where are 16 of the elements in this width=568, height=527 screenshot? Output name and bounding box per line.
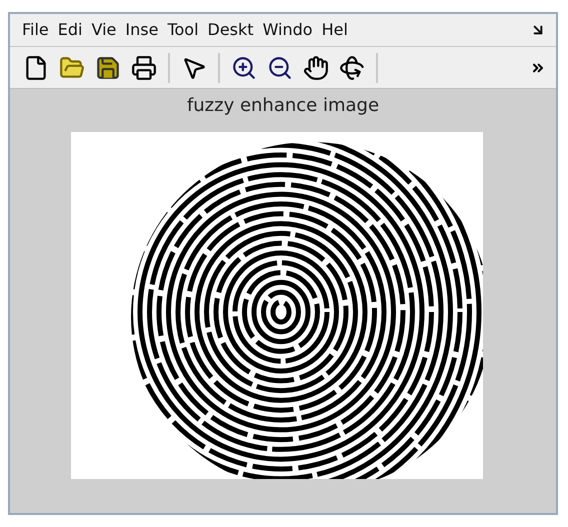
hand-icon: [303, 54, 329, 80]
menu-item[interactable]: File: [22, 18, 49, 42]
menu-item[interactable]: Tool: [167, 18, 199, 42]
menu-item[interactable]: Hel: [322, 18, 348, 42]
zoom-in-icon: [231, 54, 257, 80]
menu-item[interactable]: Edi: [58, 18, 82, 42]
print-icon: [131, 54, 157, 80]
rotate-icon: [339, 54, 365, 80]
zoom-out-icon: [267, 54, 293, 80]
open-folder-icon: [59, 54, 85, 80]
save-icon: [95, 54, 121, 80]
menu-item[interactable]: Deskt: [208, 18, 254, 42]
figure-title: fuzzy enhance image: [186, 94, 380, 118]
menu-item[interactable]: Windo: [262, 18, 313, 42]
menu-item[interactable]: Inse: [125, 18, 158, 42]
menu-item[interactable]: Vie: [92, 18, 116, 42]
